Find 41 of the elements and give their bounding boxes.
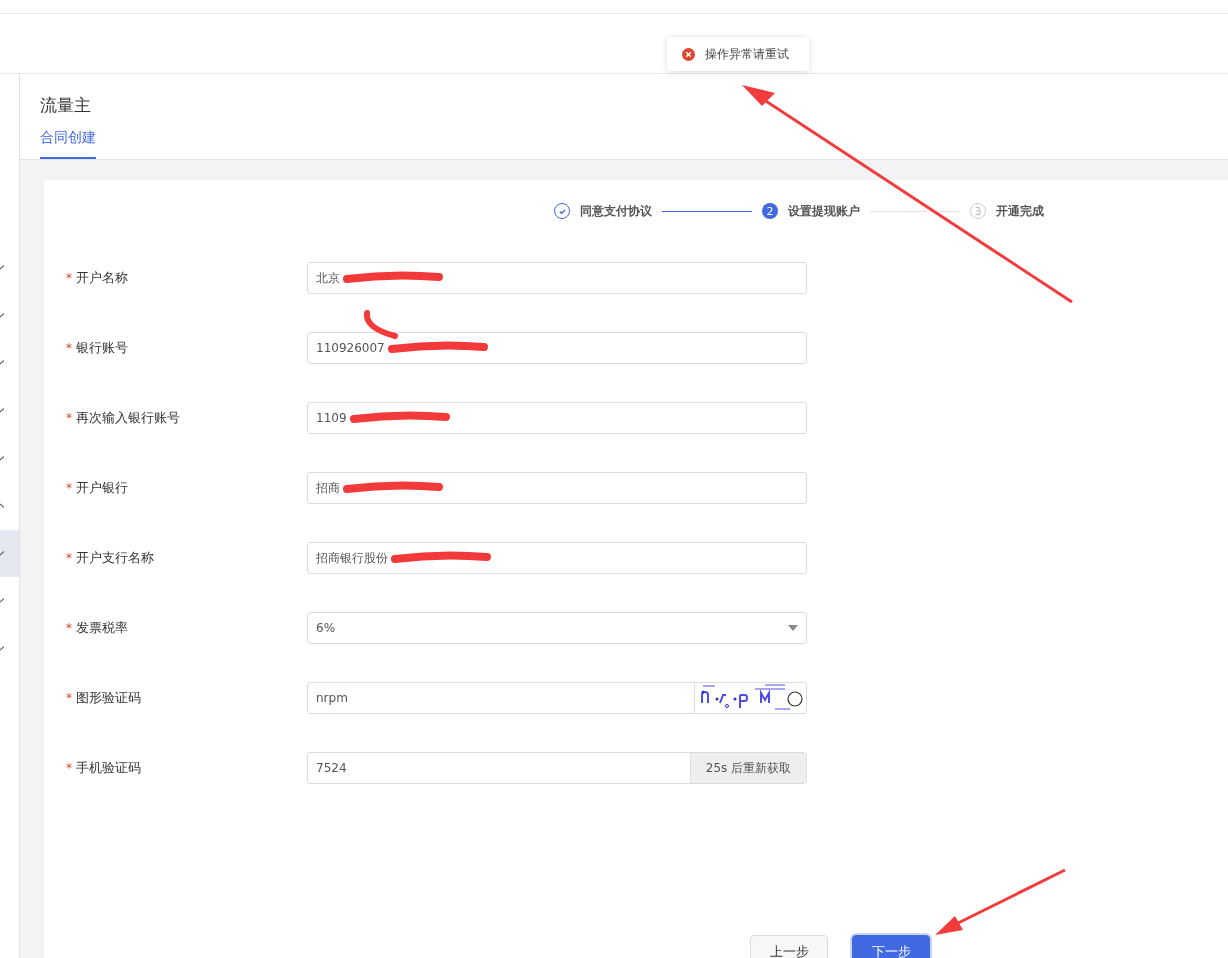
step-label: 设置提现账户 bbox=[788, 202, 860, 220]
field-label: 开户银行 bbox=[76, 479, 128, 497]
required-mark: * bbox=[66, 621, 72, 635]
tab[interactable]: 合同创建 bbox=[40, 129, 96, 159]
text-field[interactable]: 招商 bbox=[307, 472, 807, 504]
field-label: 手机验证码 bbox=[76, 759, 141, 777]
text-field[interactable]: 1109 bbox=[307, 402, 807, 434]
required-mark: * bbox=[66, 551, 72, 565]
required-mark: * bbox=[66, 341, 72, 355]
page-title: 流量主 bbox=[40, 94, 92, 117]
step-number: 2 bbox=[762, 203, 778, 219]
step-label: 同意支付协议 bbox=[580, 202, 652, 220]
error-icon bbox=[682, 47, 695, 61]
next-button[interactable]: 下一步 bbox=[852, 935, 930, 958]
required-mark: * bbox=[66, 691, 72, 705]
back-button[interactable]: 上一步 bbox=[750, 935, 828, 958]
field-value: 招商银行股份 bbox=[316, 549, 388, 567]
text-field[interactable]: 110926007 bbox=[307, 332, 807, 364]
field-label: 银行账号 bbox=[76, 339, 128, 357]
caret-icon bbox=[788, 625, 798, 631]
text-field[interactable]: 招商银行股份 bbox=[307, 542, 807, 574]
required-mark: * bbox=[66, 411, 72, 425]
required-mark: * bbox=[66, 271, 72, 285]
redaction-scribble bbox=[363, 310, 398, 339]
select-value: 6% bbox=[316, 621, 336, 635]
toast-message: 操作异常请重试 bbox=[705, 45, 789, 63]
select-field[interactable]: 6% bbox=[307, 612, 807, 644]
text-field[interactable]: 北京 bbox=[307, 262, 807, 294]
field-label: 再次输入银行账号 bbox=[76, 409, 180, 427]
required-mark: * bbox=[66, 761, 72, 775]
field-label: 图形验证码 bbox=[76, 689, 141, 707]
sidebar-item[interactable] bbox=[0, 529, 19, 578]
field-value: 1109 bbox=[316, 411, 347, 425]
field-value: 北京 bbox=[316, 269, 340, 287]
field-label: 开户名称 bbox=[76, 269, 128, 287]
step-label: 开通完成 bbox=[996, 202, 1044, 220]
field-value: 招商 bbox=[316, 479, 340, 497]
field-value: 110926007 bbox=[316, 341, 385, 355]
field-label: 开户支行名称 bbox=[76, 549, 154, 567]
field-label: 发票税率 bbox=[76, 619, 128, 637]
required-mark: * bbox=[66, 481, 72, 495]
